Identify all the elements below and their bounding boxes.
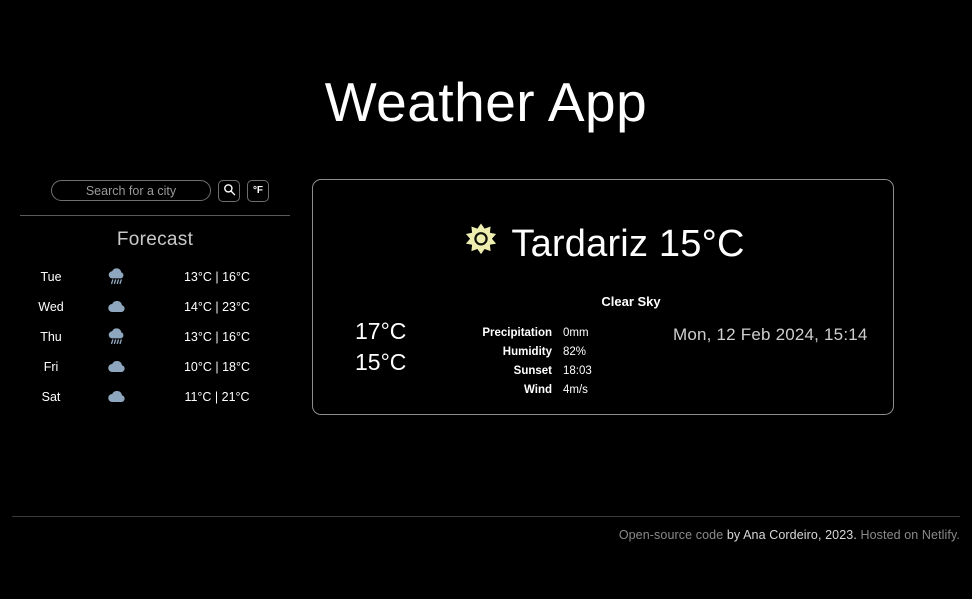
temperature-range: 17°C 15°C bbox=[355, 316, 406, 378]
forecast-temps: 13°C | 16°C bbox=[183, 270, 251, 284]
forecast-row: Fri 10°C | 18°C bbox=[20, 353, 290, 382]
metric-label: Precipitation bbox=[482, 326, 552, 339]
metric-label: Wind bbox=[524, 383, 552, 396]
forecast-row: Tue 13°C | 16°C bbox=[20, 263, 290, 292]
temperature-high: 17°C bbox=[355, 317, 407, 344]
forecast-row: Thu 13°C | 16°C bbox=[20, 323, 290, 352]
forecast-day-label: Wed bbox=[38, 300, 64, 314]
metric-value: 18:03 bbox=[563, 364, 592, 377]
forecast-temps: 11°C | 21°C bbox=[184, 390, 250, 404]
metric-row-wind: Wind 4m/s bbox=[473, 381, 633, 400]
sun-icon bbox=[461, 222, 501, 267]
temperature-low: 15°C bbox=[355, 348, 407, 375]
metric-label: Humidity bbox=[502, 345, 552, 358]
cloud-icon bbox=[82, 357, 152, 377]
current-weather-header: Tardariz 15°C bbox=[313, 222, 893, 267]
current-weather-card: Tardariz 15°C Clear Sky 17°C 15°C Precip… bbox=[312, 178, 894, 416]
footer-author-link[interactable]: by Ana Cordeiro, 2023. bbox=[727, 528, 857, 542]
metric-value: 82% bbox=[563, 345, 587, 358]
footer-prefix: Open-source code bbox=[618, 528, 727, 542]
metric-value: 0mm bbox=[563, 326, 589, 339]
rain-cloud-icon bbox=[82, 327, 152, 347]
metric-row-sunset: Sunset 18:03 bbox=[473, 362, 633, 381]
footer-divider bbox=[12, 516, 960, 517]
weather-condition: Clear Sky bbox=[601, 293, 661, 309]
current-weather-body: 17°C 15°C Precipitation 0mm Humidity 82%… bbox=[313, 316, 893, 416]
current-city-temperature: Tardariz 15°C bbox=[511, 222, 745, 265]
rain-cloud-icon bbox=[82, 267, 152, 287]
main-content: °F Forecast Tue bbox=[0, 178, 972, 416]
forecast-day-label: Fri bbox=[43, 360, 59, 374]
search-button[interactable] bbox=[218, 179, 240, 202]
search-input[interactable] bbox=[51, 180, 211, 201]
search-icon bbox=[223, 183, 236, 199]
forecast-temps: 10°C | 18°C bbox=[183, 360, 251, 374]
metric-row-precipitation: Precipitation 0mm bbox=[473, 324, 633, 343]
forecast-temps: 13°C | 16°C bbox=[183, 330, 251, 344]
forecast-list: Tue 13°C | 16°C Wed 14°C | 23°C Thu 13°C… bbox=[20, 263, 290, 412]
cloud-icon bbox=[82, 297, 152, 317]
forecast-row: Wed 14°C | 23°C bbox=[20, 293, 290, 322]
footer: Open-source code by Ana Cordeiro, 2023. … bbox=[619, 528, 960, 542]
metric-value: 4m/s bbox=[563, 383, 588, 396]
sidebar: °F Forecast Tue bbox=[0, 178, 300, 413]
sidebar-divider bbox=[20, 214, 290, 216]
forecast-day-label: Sat bbox=[41, 390, 61, 404]
forecast-day-label: Thu bbox=[40, 330, 62, 344]
current-datetime: Mon, 12 Feb 2024, 15:14 bbox=[673, 324, 868, 344]
forecast-temps: 14°C | 23°C bbox=[183, 300, 251, 314]
forecast-day-label: Tue bbox=[40, 270, 62, 284]
unit-toggle-button[interactable]: °F bbox=[247, 179, 269, 202]
cloud-icon bbox=[82, 387, 152, 407]
search-row: °F bbox=[20, 178, 300, 204]
weather-metrics: Precipitation 0mm Humidity 82% Sunset 18… bbox=[473, 324, 633, 400]
page-title: Weather App bbox=[324, 71, 648, 133]
footer-suffix: Hosted on Netlify. bbox=[856, 528, 960, 542]
forecast-heading: Forecast bbox=[116, 228, 194, 250]
metric-row-humidity: Humidity 82% bbox=[473, 343, 633, 362]
metric-label: Sunset bbox=[513, 364, 552, 377]
forecast-row: Sat 11°C | 21°C bbox=[20, 383, 290, 412]
